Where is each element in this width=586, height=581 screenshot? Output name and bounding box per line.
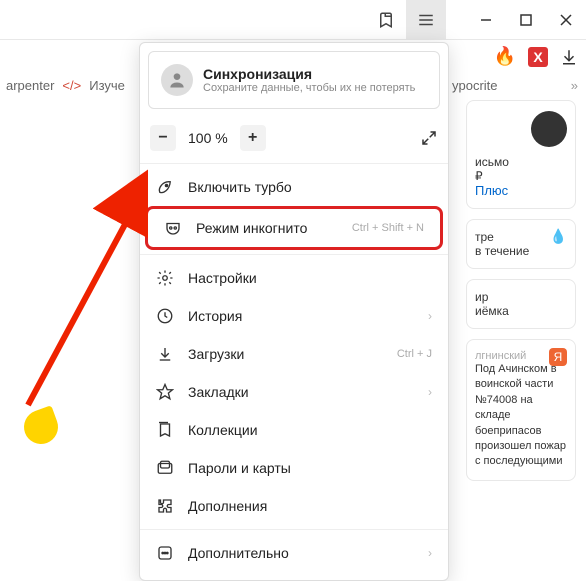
code-icon: </> — [62, 78, 81, 93]
chevron-right-icon: › — [428, 546, 432, 560]
card-icon — [156, 459, 174, 477]
menu-collections[interactable]: Коллекции — [140, 411, 448, 449]
menu-label: Загрузки — [188, 346, 244, 362]
menu-label: Коллекции — [188, 422, 258, 438]
fullscreen-button[interactable] — [420, 129, 438, 147]
zoom-value: 100 % — [182, 130, 234, 146]
menu-turbo[interactable]: Включить турбо — [140, 168, 448, 206]
sync-title: Синхронизация — [203, 66, 415, 82]
tab-fragment[interactable]: Изуче — [89, 78, 125, 93]
menu-history[interactable]: История › — [140, 297, 448, 335]
news-text: Под Ачинском в воинской части №74008 на … — [475, 362, 567, 470]
zoom-out-button[interactable]: − — [150, 125, 176, 151]
history-icon — [156, 307, 174, 325]
widget-text: ₽ — [475, 169, 567, 183]
download-icon — [156, 345, 174, 363]
collections-icon — [156, 421, 174, 439]
bookmark-icon[interactable] — [366, 0, 406, 40]
menu-label: Настройки — [188, 270, 257, 286]
user-photo — [531, 111, 567, 147]
sidebar-widgets: исьмо ₽ Плюс 💧 тре в течение ир иёмка Я … — [466, 100, 576, 491]
downloads-icon[interactable] — [560, 48, 578, 66]
menu-label: Пароли и карты — [188, 460, 291, 476]
fire-icon[interactable]: 🔥 — [494, 46, 516, 67]
sync-subtitle: Сохраните данные, чтобы их не потерять — [203, 82, 415, 94]
news-badge-icon: Я — [549, 348, 567, 366]
yandex-logo-fragment — [19, 405, 63, 449]
user-avatar-icon — [161, 64, 193, 96]
extension-bar: 🔥 X — [494, 46, 578, 67]
widget-text: в течение — [475, 244, 567, 258]
gear-icon — [156, 269, 174, 287]
shortcut-label: Ctrl + Shift + N — [352, 222, 424, 234]
menu-settings[interactable]: Настройки — [140, 259, 448, 297]
widget-text: ир — [475, 290, 567, 304]
xmarks-icon[interactable]: X — [528, 47, 548, 67]
menu-label: Включить турбо — [188, 179, 292, 195]
puzzle-icon — [156, 497, 174, 515]
minimize-button[interactable] — [466, 0, 506, 40]
droplet-icon: 💧 — [550, 228, 567, 245]
menu-downloads[interactable]: Загрузки Ctrl + J — [140, 335, 448, 373]
more-icon — [156, 544, 174, 562]
maximize-button[interactable] — [506, 0, 546, 40]
menu-passwords[interactable]: Пароли и карты — [140, 449, 448, 487]
widget-news[interactable]: Я лгнинский Под Ачинском в воинской част… — [466, 339, 576, 481]
annotation-arrow — [8, 165, 148, 425]
chevron-right-icon: › — [428, 385, 432, 399]
widget-weather[interactable]: 💧 тре в течение — [466, 219, 576, 269]
menu-button[interactable] — [406, 0, 446, 40]
menu-bookmarks[interactable]: Закладки › — [140, 373, 448, 411]
chevron-right-icon: › — [428, 309, 432, 323]
widget-mail[interactable]: исьмо ₽ Плюс — [466, 100, 576, 209]
menu-label: Режим инкогнито — [196, 220, 307, 236]
tabs-overflow-icon[interactable]: » — [571, 78, 578, 93]
plus-link[interactable]: Плюс — [475, 183, 567, 198]
tab-fragment[interactable]: ypocrite — [452, 78, 498, 93]
close-button[interactable] — [546, 0, 586, 40]
menu-addons[interactable]: Дополнения — [140, 487, 448, 525]
window-titlebar — [0, 0, 586, 40]
zoom-in-button[interactable]: + — [240, 125, 266, 151]
menu-label: История — [188, 308, 242, 324]
widget-text: иёмка — [475, 304, 567, 318]
sync-promo[interactable]: Синхронизация Сохраните данные, чтобы их… — [148, 51, 440, 109]
shortcut-label: Ctrl + J — [397, 348, 432, 360]
mask-icon — [164, 219, 182, 237]
star-icon — [156, 383, 174, 401]
menu-label: Дополнения — [188, 498, 267, 514]
menu-incognito[interactable]: Режим инкогнито Ctrl + Shift + N — [145, 206, 443, 250]
widget-text: исьмо — [475, 155, 567, 169]
main-menu: Синхронизация Сохраните данные, чтобы их… — [139, 42, 449, 581]
menu-label: Закладки — [188, 384, 249, 400]
tab-fragment[interactable]: arpenter — [6, 78, 54, 93]
menu-label: Дополнительно — [188, 545, 289, 561]
rocket-icon — [156, 178, 174, 196]
widget-service[interactable]: ир иёмка — [466, 279, 576, 329]
zoom-controls: − 100 % + — [140, 117, 448, 159]
menu-more[interactable]: Дополнительно › — [140, 534, 448, 572]
